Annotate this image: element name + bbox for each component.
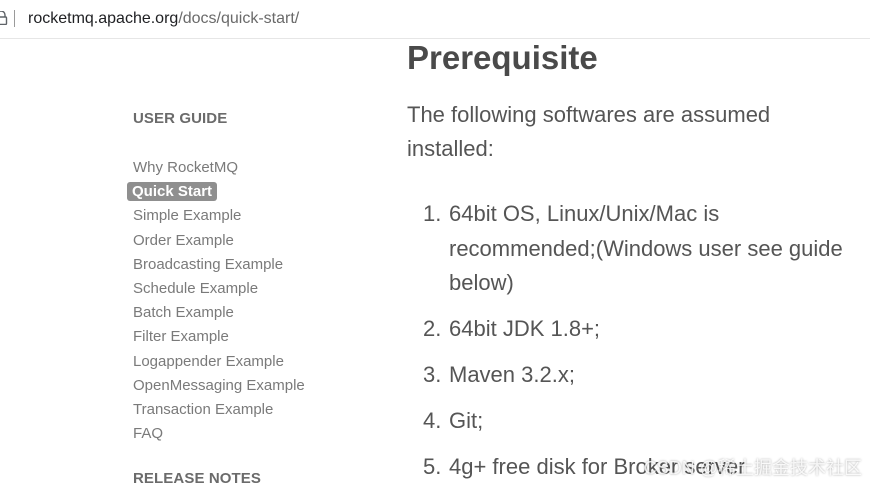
sidebar-item-label: Transaction Example — [133, 400, 274, 418]
list-number: 4. — [423, 408, 442, 433]
sidebar-item-quick-start[interactable]: Quick Start — [127, 182, 305, 206]
sidebar-nav: Why RocketMQ Quick Start Simple Example … — [127, 158, 305, 448]
url-text[interactable]: rocketmq.apache.org/docs/quick-start/ — [28, 9, 299, 29]
list-item: 4. Git; — [407, 404, 867, 439]
list-text: Git; — [449, 408, 484, 433]
sidebar-item-why-rocketmq[interactable]: Why RocketMQ — [133, 158, 305, 182]
list-text: Maven 3.2.x; — [449, 362, 575, 387]
sidebar-item-label: Simple Example — [133, 207, 242, 225]
sidebar-item-label: Filter Example — [133, 328, 229, 346]
sidebar-item-transaction-example[interactable]: Transaction Example — [133, 400, 305, 424]
list-item: 1. 64bit OS, Linux/Unix/Mac is recommende… — [407, 197, 867, 301]
sidebar-item-label: Schedule Example — [133, 279, 259, 297]
list-number: 3. — [423, 362, 442, 387]
address-bar[interactable]: rocketmq.apache.org/docs/quick-start/ — [0, 0, 870, 39]
sidebar-item-batch-example[interactable]: Batch Example — [133, 303, 305, 327]
sidebar-item-label: Batch Example — [133, 304, 234, 322]
list-number: 1. — [423, 201, 442, 226]
url-path: /docs/quick-start/ — [178, 10, 300, 27]
requirements-list: 1. 64bit OS, Linux/Unix/Mac is recommende… — [407, 197, 867, 486]
sidebar-item-label: Why RocketMQ — [133, 159, 239, 176]
sidebar-item-label: Order Example — [133, 231, 234, 249]
list-text: 64bit JDK 1.8+; — [449, 316, 601, 341]
list-item: 2. 64bit JDK 1.8+; — [407, 312, 867, 347]
sidebar-item-label: Broadcasting Example — [133, 255, 284, 273]
list-item: 3. Maven 3.2.x; — [407, 358, 867, 393]
sidebar-item-openmessaging-example[interactable]: OpenMessaging Example — [133, 376, 305, 400]
sidebar-item-label: FAQ — [133, 425, 164, 443]
page-title: Prerequisite — [407, 39, 598, 76]
sidebar-item-broadcasting-example[interactable]: Broadcasting Example — [133, 255, 305, 279]
sidebar-heading-release-notes: RELEASE NOTES — [133, 470, 261, 486]
list-text: 64bit OS, Linux/Unix/Mac is recommended;… — [449, 201, 843, 295]
url-domain: rocketmq.apache.org — [28, 10, 179, 27]
sidebar-item-schedule-example[interactable]: Schedule Example — [133, 279, 305, 303]
sidebar-item-logappender-example[interactable]: Logappender Example — [133, 352, 305, 376]
list-number: 2. — [423, 316, 442, 341]
sidebar-item-label: Quick Start — [127, 182, 218, 202]
url-separator — [14, 10, 15, 27]
watermark: CSDN @稀土掘金技术社区 — [643, 458, 862, 478]
sidebar-item-faq[interactable]: FAQ — [133, 424, 305, 448]
lock-icon[interactable] — [0, 11, 8, 25]
sidebar-item-label: OpenMessaging Example — [133, 376, 305, 394]
list-number: 5. — [423, 454, 442, 479]
sidebar-item-label: Logappender Example — [133, 352, 284, 370]
sidebar-item-order-example[interactable]: Order Example — [133, 231, 305, 255]
intro-text: The following softwares are assumed inst… — [407, 102, 771, 161]
page: rocketmq.apache.org/docs/quick-start/ US… — [0, 0, 870, 486]
sidebar-heading-user-guide: USER GUIDE — [133, 110, 228, 127]
sidebar-item-filter-example[interactable]: Filter Example — [133, 327, 305, 351]
sidebar-item-simple-example[interactable]: Simple Example — [133, 206, 305, 230]
